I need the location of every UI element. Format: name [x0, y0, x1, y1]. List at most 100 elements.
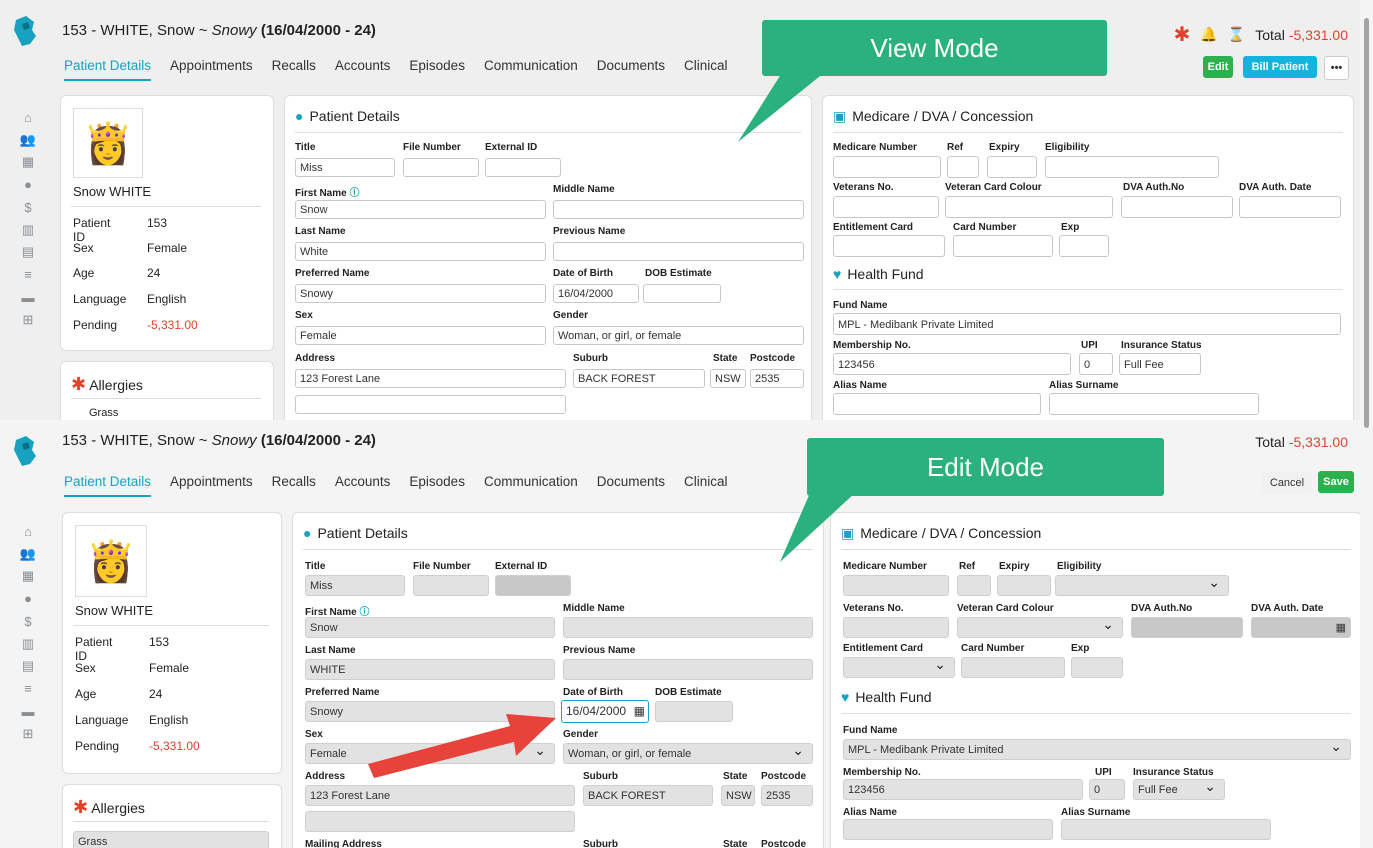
allergy-item[interactable]: Grass: [73, 831, 269, 848]
dob-estimate-checkbox[interactable]: [643, 284, 721, 303]
dob-field[interactable]: 16/04/2000: [553, 284, 639, 303]
first-name-field[interactable]: Snow: [295, 200, 546, 219]
state-field[interactable]: NSW: [721, 785, 755, 806]
tab-appointments[interactable]: Appointments: [170, 474, 253, 497]
patients-icon[interactable]: 👥: [18, 543, 38, 566]
insurance-status-select[interactable]: Full Fee: [1133, 779, 1225, 800]
patients-icon[interactable]: 👥: [18, 129, 38, 152]
calendar-plus-icon[interactable]: ⊞: [18, 309, 38, 332]
membership-no-field[interactable]: 123456: [843, 779, 1083, 800]
insurance-status-field[interactable]: Full Fee: [1119, 353, 1201, 375]
first-name-field[interactable]: Snow: [305, 617, 555, 638]
sex-field[interactable]: Female: [295, 326, 546, 345]
fund-name-select[interactable]: MPL - Medibank Private Limited: [843, 739, 1351, 760]
tab-patient-details[interactable]: Patient Details: [64, 58, 152, 81]
database-icon[interactable]: ≡: [18, 264, 38, 287]
eligibility-field[interactable]: [1045, 156, 1219, 178]
entitlement-card-select[interactable]: [843, 657, 955, 678]
tab-communication[interactable]: Communication: [484, 474, 578, 497]
tab-clinical[interactable]: Clinical: [684, 58, 728, 81]
file-number-field[interactable]: [403, 158, 479, 177]
alias-name-field[interactable]: [833, 393, 1041, 415]
alias-surname-field[interactable]: [1061, 819, 1271, 840]
invoice-icon[interactable]: ▤: [18, 655, 38, 678]
ref-field[interactable]: [957, 575, 991, 596]
state-field[interactable]: NSW: [710, 369, 746, 388]
calendar-plus-icon[interactable]: ⊞: [18, 723, 38, 746]
expiry-field[interactable]: [987, 156, 1037, 178]
bell-icon[interactable]: 🔔: [1200, 26, 1217, 43]
dob-estimate-checkbox[interactable]: [655, 701, 733, 722]
tab-clinical[interactable]: Clinical: [684, 474, 728, 497]
save-button[interactable]: Save: [1318, 471, 1354, 493]
tab-patient-details[interactable]: Patient Details: [64, 474, 152, 497]
card-exp-field[interactable]: [1059, 235, 1109, 257]
upi-field[interactable]: 0: [1079, 353, 1113, 375]
eligibility-select[interactable]: [1055, 575, 1229, 596]
calendar-icon[interactable]: ▦: [18, 565, 38, 588]
gender-select[interactable]: Woman, or girl, or female: [563, 743, 813, 764]
membership-no-field[interactable]: 123456: [833, 353, 1071, 375]
veterans-no-field[interactable]: [833, 196, 939, 218]
address-line2-field[interactable]: [305, 811, 575, 832]
scrollbar[interactable]: [1360, 0, 1373, 848]
suburb-field[interactable]: BACK FOREST: [573, 369, 705, 388]
address-line2-field[interactable]: [295, 395, 566, 414]
tab-episodes[interactable]: Episodes: [409, 58, 465, 81]
veteran-card-colour-field[interactable]: [945, 196, 1113, 218]
dva-auth-no-field[interactable]: [1121, 196, 1233, 218]
bed-icon[interactable]: ▬: [18, 700, 38, 723]
alert-asterisk-icon[interactable]: ✱: [1174, 22, 1191, 47]
entitlement-card-field[interactable]: [833, 235, 945, 257]
chart-icon[interactable]: ▥: [18, 633, 38, 656]
previous-name-field[interactable]: [563, 659, 813, 680]
ref-field[interactable]: [947, 156, 979, 178]
tab-appointments[interactable]: Appointments: [170, 58, 253, 81]
last-name-field[interactable]: WHITE: [305, 659, 555, 680]
database-icon[interactable]: ≡: [18, 678, 38, 701]
tab-accounts[interactable]: Accounts: [335, 58, 391, 81]
alias-name-field[interactable]: [843, 819, 1053, 840]
veteran-card-colour-select[interactable]: [957, 617, 1123, 638]
card-exp-field[interactable]: [1071, 657, 1123, 678]
tab-episodes[interactable]: Episodes: [409, 474, 465, 497]
dollar-icon[interactable]: $: [18, 196, 38, 219]
title-field[interactable]: Miss: [305, 575, 405, 596]
card-number-field[interactable]: [961, 657, 1065, 678]
more-button[interactable]: •••: [1324, 56, 1349, 80]
tab-communication[interactable]: Communication: [484, 58, 578, 81]
user-icon[interactable]: ●: [18, 174, 38, 197]
chart-icon[interactable]: ▥: [18, 219, 38, 242]
external-id-field[interactable]: [485, 158, 561, 177]
veterans-no-field[interactable]: [843, 617, 949, 638]
card-number-field[interactable]: [953, 235, 1053, 257]
middle-name-field[interactable]: [563, 617, 813, 638]
bed-icon[interactable]: ▬: [18, 286, 38, 309]
preferred-name-field[interactable]: Snowy: [295, 284, 546, 303]
scrollbar-thumb[interactable]: [1364, 18, 1369, 428]
fund-name-field[interactable]: MPL - Medibank Private Limited: [833, 313, 1341, 335]
calendar-icon[interactable]: ▦: [18, 151, 38, 174]
tab-accounts[interactable]: Accounts: [335, 474, 391, 497]
info-icon[interactable]: ⓘ: [349, 188, 359, 199]
invoice-icon[interactable]: ▤: [18, 241, 38, 264]
edit-button[interactable]: Edit: [1203, 56, 1233, 78]
last-name-field[interactable]: White: [295, 242, 546, 261]
home-icon[interactable]: ⌂: [18, 106, 38, 129]
tab-documents[interactable]: Documents: [597, 58, 665, 81]
tab-recalls[interactable]: Recalls: [272, 58, 316, 81]
address-field[interactable]: 123 Forest Lane: [305, 785, 575, 806]
home-icon[interactable]: ⌂: [18, 520, 38, 543]
cancel-button[interactable]: Cancel: [1262, 472, 1312, 494]
expiry-field[interactable]: [997, 575, 1051, 596]
tab-recalls[interactable]: Recalls: [272, 474, 316, 497]
tab-documents[interactable]: Documents: [597, 474, 665, 497]
gender-field[interactable]: Woman, or girl, or female: [553, 326, 804, 345]
file-number-field[interactable]: [413, 575, 489, 596]
dva-auth-date-field[interactable]: [1239, 196, 1341, 218]
alias-surname-field[interactable]: [1049, 393, 1259, 415]
dollar-icon[interactable]: $: [18, 610, 38, 633]
upi-field[interactable]: 0: [1089, 779, 1125, 800]
medicare-number-field[interactable]: [833, 156, 941, 178]
calendar-icon[interactable]: ▦: [634, 701, 645, 722]
